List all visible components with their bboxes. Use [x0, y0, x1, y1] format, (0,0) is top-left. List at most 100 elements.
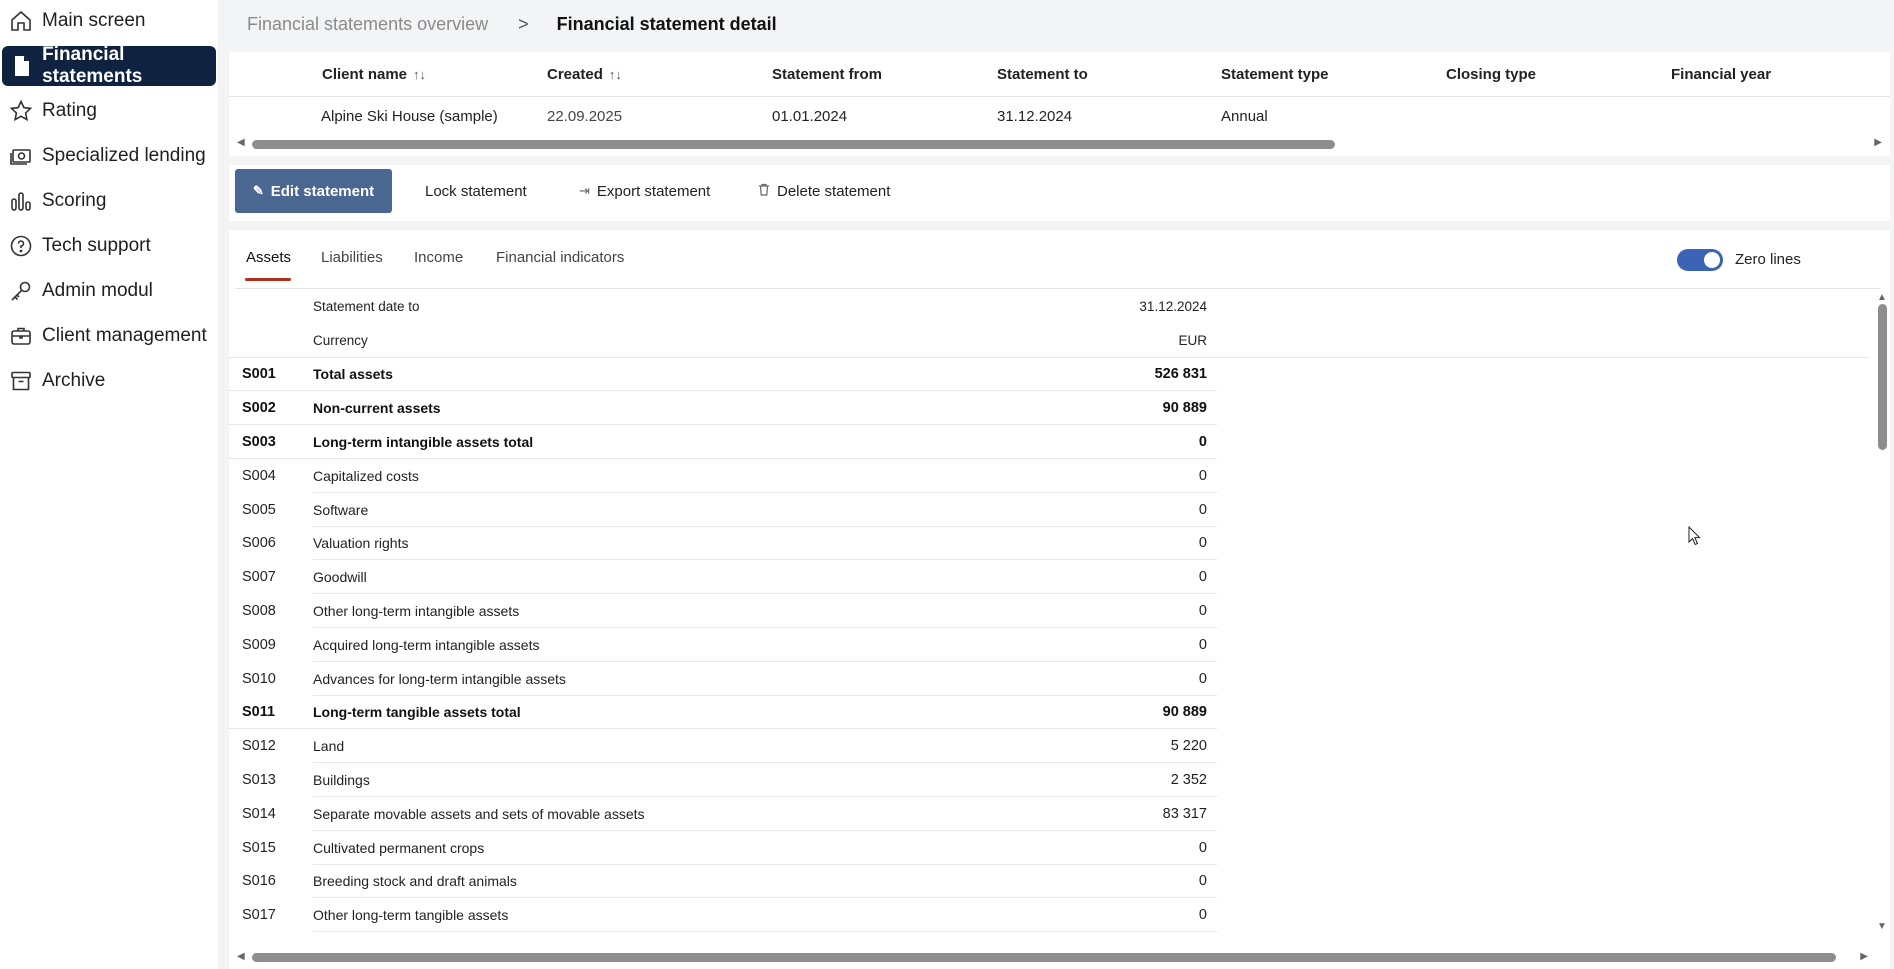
table-row[interactable]: S013 Buildings 2 352 [229, 763, 1869, 797]
sidebar-item-label: Tech support [42, 235, 151, 256]
scroll-right-arrow-icon[interactable]: ▶ [1874, 137, 1882, 148]
table-row[interactable]: S016 Breeding stock and draft animals 0 [229, 865, 1869, 899]
scroll-right-arrow-icon[interactable]: ▶ [1860, 951, 1868, 962]
sidebar-item-admin-modul[interactable]: Admin modul [0, 271, 214, 311]
table-row[interactable]: S005 Software 0 [229, 493, 1869, 527]
sidebar-item-rating[interactable]: Rating [0, 91, 214, 131]
help-circle-icon [8, 233, 34, 259]
row-name: Other long-term intangible assets [313, 603, 520, 620]
sidebar-item-specialized-lending[interactable]: Specialized lending [0, 136, 214, 176]
money-icon [8, 143, 34, 169]
scrollbar-thumb[interactable] [252, 953, 1836, 962]
row-value: 90 889 [1162, 400, 1207, 417]
row-value: 0 [1198, 467, 1207, 484]
row-value: 0 [1198, 535, 1207, 552]
sidebar-item-client-management[interactable]: Client management [0, 316, 214, 356]
tab-assets[interactable]: Assets [246, 249, 291, 266]
row-name: Acquired long-term intangible assets [313, 636, 540, 653]
row-name: Buildings [313, 772, 370, 789]
sidebar-item-tech-support[interactable]: Tech support [0, 226, 214, 266]
export-statement-button[interactable]: ⇥ Export statement [579, 169, 710, 213]
table-row[interactable]: S003 Long-term intangible assets total 0 [229, 425, 1869, 459]
delete-statement-button[interactable]: Delete statement [758, 169, 890, 213]
active-tab-indicator [245, 278, 291, 281]
column-header-label: Client name [322, 66, 408, 83]
column-header-created[interactable]: Created ↑↓ [547, 66, 622, 83]
zero-lines-label: Zero lines [1735, 251, 1801, 268]
horizontal-scrollbar[interactable]: ◀ ▶ [229, 132, 1890, 156]
sort-icon[interactable]: ↑↓ [609, 67, 622, 82]
archive-icon [8, 368, 34, 394]
row-value: 0 [1198, 501, 1207, 518]
sidebar-item-financial-statements[interactable]: Financial statements [2, 44, 216, 87]
edit-statement-button[interactable]: ✎ Edit statement [235, 169, 392, 213]
vertical-scrollbar[interactable]: ▲ ▼ [1874, 292, 1890, 932]
scrollbar-thumb[interactable] [1878, 304, 1887, 450]
column-header-client-name[interactable]: Client name ↑↓ [322, 66, 426, 83]
sidebar-item-label: Main screen [42, 10, 146, 31]
table-row[interactable]: S004 Capitalized costs 0 [229, 459, 1869, 493]
row-name: Non-current assets [313, 400, 441, 417]
row-value: 0 [1198, 907, 1207, 924]
row-code: S012 [242, 738, 276, 755]
tab-income[interactable]: Income [414, 249, 463, 266]
table-row[interactable]: S006 Valuation rights 0 [229, 527, 1869, 561]
row-code: S006 [242, 535, 276, 552]
tab-liabilities[interactable]: Liabilities [321, 249, 383, 266]
tab-financial-indicators[interactable]: Financial indicators [496, 249, 624, 266]
row-value: 0 [1198, 434, 1207, 451]
table-row[interactable]: S010 Advances for long-term intangible as… [229, 662, 1869, 696]
sidebar-item-scoring[interactable]: Scoring [0, 181, 214, 221]
table-row[interactable]: S012 Land 5 220 [229, 729, 1869, 764]
sidebar-item-label: Specialized lending [42, 145, 206, 166]
export-icon: ⇥ [579, 183, 590, 198]
row-code: S016 [242, 873, 276, 890]
briefcase-icon [8, 323, 34, 349]
sidebar-item-label: Financial statements [42, 44, 143, 87]
scroll-down-arrow-icon[interactable]: ▼ [1877, 921, 1887, 932]
sidebar-item-label: Client management [42, 325, 207, 346]
table-row[interactable]: S008 Other long-term intangible assets 0 [229, 594, 1869, 628]
document-icon [10, 53, 34, 79]
row-code: S008 [242, 603, 276, 620]
sort-icon[interactable]: ↑↓ [413, 67, 426, 82]
column-header-statement-from[interactable]: Statement from [772, 66, 882, 83]
sidebar-item-label: Rating [42, 100, 97, 121]
table-row[interactable]: S001 Total assets 526 831 [229, 358, 1869, 392]
breadcrumb-parent-link[interactable]: Financial statements overview [247, 14, 488, 35]
row-value: 0 [1198, 603, 1207, 620]
zero-lines-toggle[interactable] [1677, 249, 1723, 271]
row-code: S013 [242, 772, 276, 789]
lock-statement-button[interactable]: Lock statement [425, 169, 527, 213]
statement-toolbar: ✎ Edit statement Lock statement ⇥ Export… [229, 165, 1890, 221]
column-header-statement-to[interactable]: Statement to [997, 66, 1088, 83]
table-row[interactable]: S018Acquired long-term tangible assets0 [229, 932, 1869, 938]
table-row[interactable]: S009 Acquired long-term intangible assets… [229, 628, 1869, 662]
cell-statement-type: Annual [1221, 108, 1268, 125]
cell-created: 22.09.2025 [547, 108, 623, 125]
scroll-left-arrow-icon[interactable]: ◀ [237, 137, 245, 148]
cell-client-name[interactable]: Alpine Ski House (sample) [321, 108, 498, 125]
row-name: Statement date to [313, 299, 420, 315]
horizontal-scrollbar[interactable]: ◀ ▶ [229, 945, 1890, 969]
table-row[interactable]: S017 Other long-term tangible assets 0 [229, 898, 1869, 933]
column-header-closing-type[interactable]: Closing type [1446, 66, 1536, 83]
row-value: 0 [1198, 636, 1207, 653]
table-row[interactable]: S002 Non-current assets 90 889 [229, 391, 1869, 426]
bar-chart-icon [8, 188, 34, 214]
table-row[interactable]: S015 Cultivated permanent crops 0 [229, 831, 1869, 865]
scroll-left-arrow-icon[interactable]: ◀ [237, 951, 245, 962]
breadcrumb: Financial statements overview > Financia… [247, 12, 777, 36]
table-row[interactable]: S014 Separate movable assets and sets of … [229, 797, 1869, 831]
table-row[interactable]: S011 Long-term tangible assets total 90 88… [229, 696, 1869, 730]
sidebar-item-main-screen[interactable]: Main screen [0, 1, 214, 41]
scroll-up-arrow-icon[interactable]: ▲ [1877, 292, 1887, 303]
column-header-financial-year[interactable]: Financial year [1671, 66, 1771, 83]
row-name: Cultivated permanent crops [313, 839, 485, 856]
table-row[interactable]: S007 Goodwill 0 [229, 560, 1869, 595]
scrollbar-thumb[interactable] [252, 140, 1335, 149]
column-header-statement-type[interactable]: Statement type [1221, 66, 1329, 83]
row-code: S005 [242, 501, 276, 518]
sidebar-item-archive[interactable]: Archive [0, 361, 214, 401]
row-code: S014 [242, 805, 276, 822]
